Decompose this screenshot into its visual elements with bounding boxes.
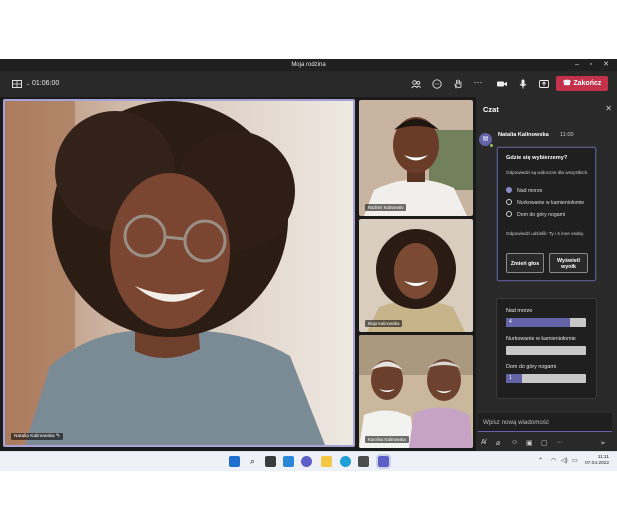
maximize-icon[interactable]: ▫ bbox=[584, 60, 598, 70]
chat-header: Czat ✕ bbox=[476, 97, 617, 121]
end-call-button[interactable]: ☎ Zakończ bbox=[556, 76, 608, 91]
more-icon[interactable]: ··· bbox=[472, 77, 484, 91]
gif-icon[interactable]: ▣ bbox=[526, 439, 533, 447]
participant-name-karolina: Karolina Kalinowska bbox=[365, 436, 409, 443]
widgets-icon[interactable] bbox=[283, 456, 294, 467]
poll-visibility-note: Odpowiedzi są widoczne dla wszystkich. bbox=[506, 170, 589, 175]
radio-icon[interactable] bbox=[506, 199, 512, 206]
battery-icon[interactable]: ▭ bbox=[572, 457, 578, 464]
result-label: Dom do góry nogami bbox=[506, 364, 557, 370]
participant-video-radimir bbox=[359, 100, 473, 216]
result-label: Nurkowanie w kamieniołomie bbox=[506, 336, 576, 342]
participant-video-natalia bbox=[5, 101, 353, 445]
compose-toolbar: A̸ ⌀ ☺ ▣ ▢ ··· ➢ bbox=[476, 437, 617, 451]
volume-icon[interactable]: ◁) bbox=[561, 457, 568, 464]
video-tile-radimir[interactable]: Radimir Kalinowski bbox=[359, 100, 473, 216]
video-tile-maja[interactable]: Maja Kalinowska bbox=[359, 219, 473, 332]
edge-icon[interactable] bbox=[340, 456, 351, 467]
participant-video-karolina bbox=[359, 335, 473, 448]
participant-name-maja: Maja Kalinowska bbox=[365, 320, 403, 327]
video-tile-karolina[interactable]: Karolina Kalinowska bbox=[359, 335, 473, 448]
emoji-icon[interactable]: ☺ bbox=[511, 439, 518, 446]
result-count: 1 bbox=[509, 375, 512, 381]
teams-window: Moja rodzina – ▫ ✕ ⌄ 01:06:00 ··· ☎ Zako… bbox=[0, 59, 617, 471]
result-bar-fill bbox=[506, 318, 570, 327]
more-icon[interactable]: ··· bbox=[556, 439, 563, 446]
store-icon[interactable] bbox=[358, 456, 369, 467]
meeting-timer: 01:06:00 bbox=[32, 80, 60, 87]
close-icon[interactable]: ✕ bbox=[599, 60, 613, 70]
send-icon[interactable]: ➢ bbox=[600, 439, 606, 447]
close-icon[interactable]: ✕ bbox=[605, 104, 612, 113]
chat-panel: Czat ✕ ▤ Natalia Kalinowska 11:00 Gdzie … bbox=[476, 97, 617, 471]
participant-name-main: Natalia Kalinowska ✎ bbox=[11, 433, 63, 440]
video-stage: Natalia Kalinowska ✎ Radimir Kalinowski bbox=[0, 97, 476, 471]
teams-app-icon[interactable] bbox=[376, 454, 391, 469]
result-count: 4 bbox=[509, 319, 512, 325]
windows-taskbar: ⌕ ⌃ ◠ ◁) ▭ 11:11 07.04.2022 bbox=[0, 451, 617, 471]
phone-hangup-icon: ☎ bbox=[562, 80, 572, 87]
result-label: Nad morze bbox=[506, 308, 533, 314]
sticker-icon[interactable]: ▢ bbox=[541, 439, 548, 447]
chevron-down-icon[interactable]: ⌄ bbox=[25, 77, 31, 91]
raise-hand-icon[interactable] bbox=[451, 77, 465, 91]
change-vote-button[interactable]: Zmień głos bbox=[506, 253, 544, 273]
poll-option[interactable]: Nurkowanie w kamieniołomie bbox=[506, 199, 584, 207]
poll-option-label: Nad morze bbox=[517, 188, 543, 194]
radio-selected-icon[interactable] bbox=[506, 187, 512, 194]
result-bar: 1 bbox=[506, 374, 586, 383]
clock-date: 07.04.2022 bbox=[584, 461, 609, 466]
poll-responses-note: Odpowiedzi udzielili: Ty i 4 inne osoby. bbox=[506, 231, 585, 236]
participant-name-radimir: Radimir Kalinowski bbox=[365, 204, 407, 211]
camera-icon[interactable] bbox=[495, 77, 509, 91]
show-results-button[interactable]: Wyświetl wynik bbox=[549, 253, 588, 273]
poll-option-label: Dom do góry nogami bbox=[517, 212, 566, 218]
chat-title: Czat bbox=[483, 105, 499, 114]
chat-icon[interactable] bbox=[430, 77, 444, 91]
presence-indicator bbox=[489, 143, 494, 148]
teams-chat-icon[interactable] bbox=[301, 456, 312, 467]
poll-icon: ▤ bbox=[482, 136, 489, 142]
poll-option[interactable]: Nad morze bbox=[506, 187, 542, 195]
start-icon[interactable] bbox=[229, 456, 240, 467]
title-bar: Moja rodzina – ▫ ✕ bbox=[0, 59, 617, 71]
grid-view-icon[interactable] bbox=[8, 77, 26, 91]
system-clock[interactable]: 11:11 07.04.2022 bbox=[583, 455, 609, 467]
meeting-toolbar: ⌄ 01:06:00 ··· ☎ Zakończ bbox=[0, 71, 617, 97]
message-input[interactable]: Wpisz nową wiadomość bbox=[478, 413, 612, 432]
poll-results-card: Nad morze 4 Nurkowanie w kamieniołomie D… bbox=[496, 298, 597, 399]
poll-option-label: Nurkowanie w kamieniołomie bbox=[517, 200, 585, 206]
search-icon[interactable]: ⌕ bbox=[247, 456, 258, 467]
participant-name-text: Natalia Kalinowska bbox=[14, 434, 55, 439]
share-icon[interactable] bbox=[537, 77, 551, 91]
minimize-icon[interactable]: – bbox=[570, 60, 584, 70]
end-call-label: Zakończ bbox=[573, 80, 602, 87]
participant-video-maja bbox=[359, 219, 473, 332]
poll-card: Gdzie się wybierzemy? Odpowiedzi są wido… bbox=[496, 146, 597, 282]
file-explorer-icon[interactable] bbox=[321, 456, 332, 467]
wifi-icon[interactable]: ◠ bbox=[551, 457, 556, 464]
attach-icon[interactable]: ⌀ bbox=[496, 439, 500, 447]
task-view-icon[interactable] bbox=[265, 456, 276, 467]
poll-option[interactable]: Dom do góry nogami bbox=[506, 211, 565, 219]
poll-question: Gdzie się wybierzemy? bbox=[506, 155, 568, 161]
message-sender: Natalia Kalinowska bbox=[498, 132, 549, 138]
video-tile-main[interactable]: Natalia Kalinowska ✎ bbox=[3, 99, 355, 447]
window-title: Moja rodzina bbox=[291, 62, 326, 68]
chevron-up-icon[interactable]: ⌃ bbox=[538, 457, 543, 464]
result-bar: 4 bbox=[506, 318, 586, 327]
people-icon[interactable] bbox=[409, 77, 423, 91]
pin-icon: ✎ bbox=[55, 434, 60, 439]
message-time: 11:00 bbox=[560, 132, 574, 138]
format-icon[interactable]: A̸ bbox=[481, 439, 486, 446]
radio-icon[interactable] bbox=[506, 211, 512, 218]
microphone-icon[interactable] bbox=[516, 77, 530, 91]
result-bar bbox=[506, 346, 586, 355]
